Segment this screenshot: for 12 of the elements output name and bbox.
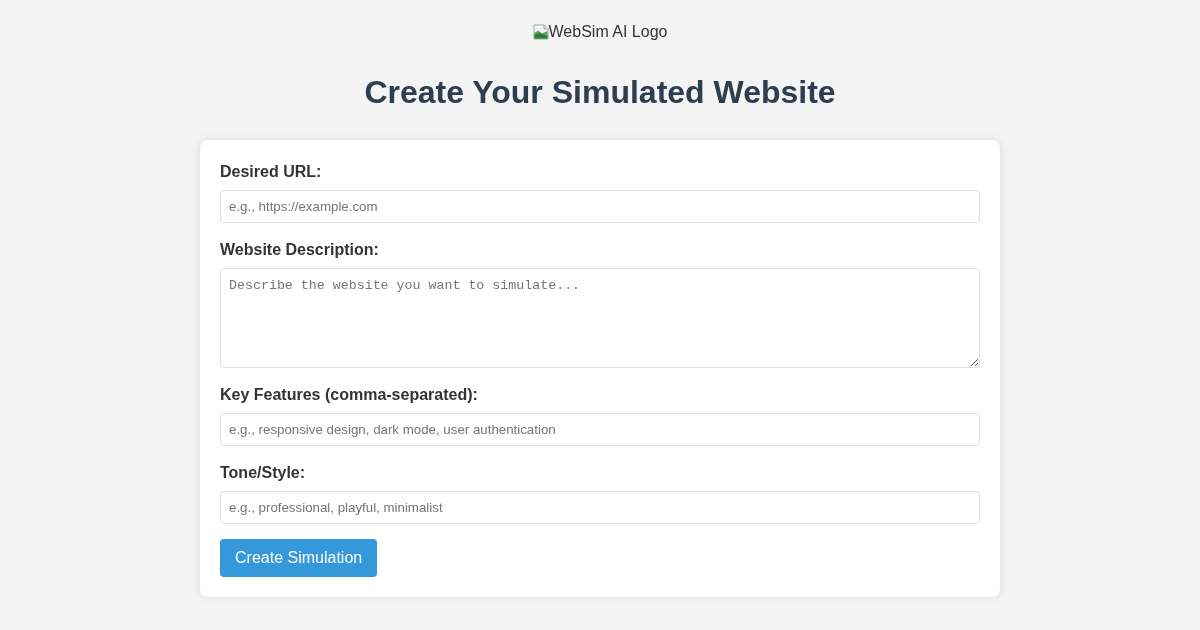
textarea-field[interactable]: Describe the website you want to simulate... <box>220 268 980 368</box>
field-label: Key Features (comma-separated): <box>220 385 478 405</box>
text-input[interactable]: e.g., https://example.com <box>220 190 980 223</box>
logo-alt-text: WebSim AI Logo <box>548 22 668 42</box>
broken-image-icon <box>532 24 549 40</box>
field-label: Tone/Style: <box>220 463 306 483</box>
create-simulation-button[interactable]: Create Simulation <box>220 539 378 577</box>
page-title: Create Your Simulated Website <box>364 73 836 111</box>
text-input[interactable]: e.g., responsive design, dark mode, user authentication <box>220 413 980 446</box>
text-input[interactable]: e.g., professional, playful, minimalist <box>220 491 980 524</box>
field-label: Desired URL: <box>220 162 322 182</box>
field-label: Website Description: <box>220 240 379 260</box>
